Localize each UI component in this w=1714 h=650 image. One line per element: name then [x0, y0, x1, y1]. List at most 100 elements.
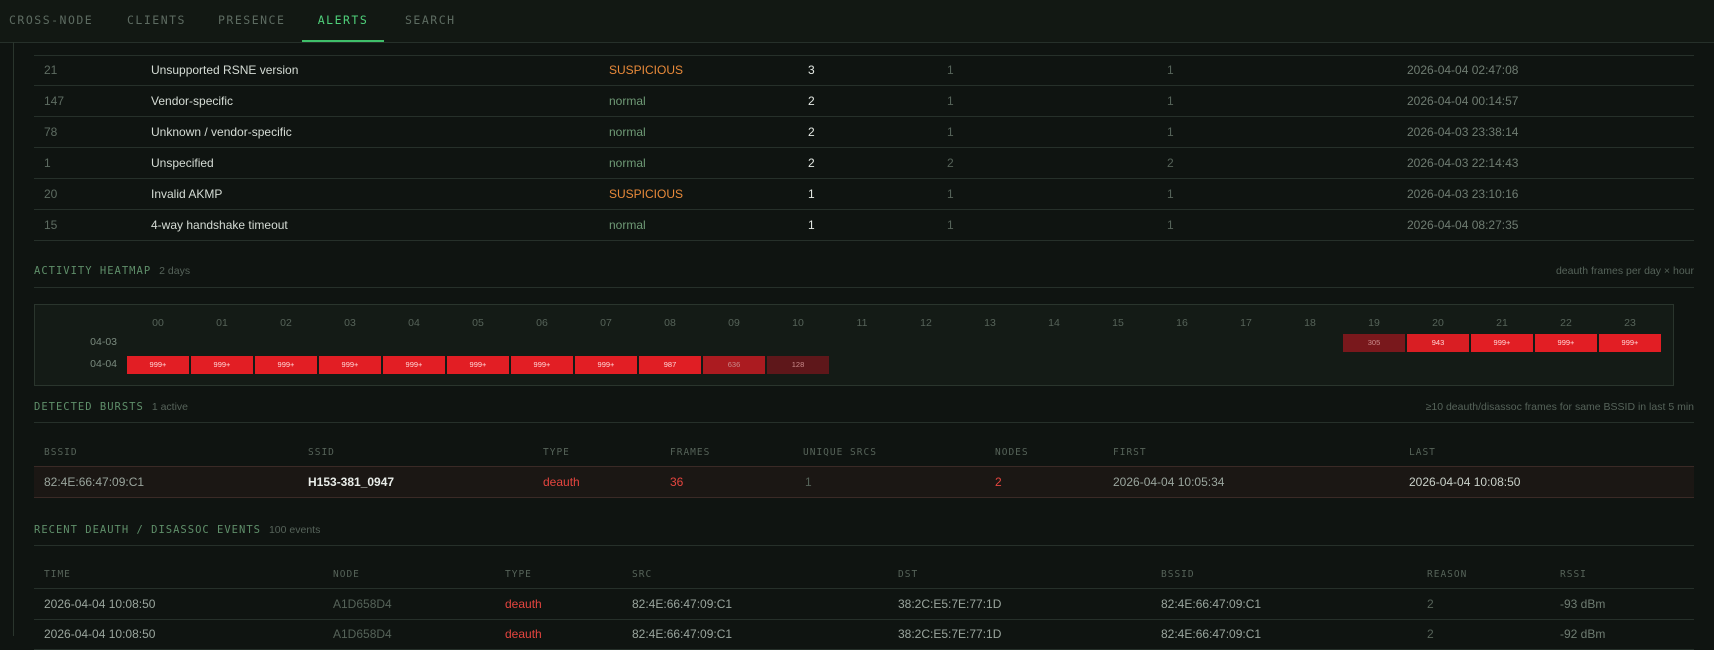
reason-count: 3 [808, 63, 815, 77]
reason-text: Unspecified [151, 156, 214, 170]
table-row: 78 Unknown / vendor-specific normal 2 1 … [34, 117, 1694, 148]
burst-ssid: H153-381_0947 [308, 475, 395, 489]
tab-presence[interactable]: PRESENCE [218, 0, 285, 42]
reason-bssids: 2 [1167, 156, 1174, 170]
col-header-type: TYPE [543, 447, 570, 458]
tab-clients[interactable]: CLIENTS [127, 0, 186, 42]
reason-class: normal [609, 218, 646, 232]
table-row[interactable]: 2026-04-04 10:08:50 A1D658D4 deauth 82:4… [34, 588, 1694, 620]
heatmap-hour-label: 08 [664, 317, 676, 329]
reason-last-seen: 2026-04-04 08:27:35 [1407, 218, 1519, 232]
col-header-node: NODE [333, 569, 360, 580]
reason-code: 78 [44, 125, 58, 139]
reason-text: 4-way handshake timeout [151, 218, 288, 232]
heatmap-cell[interactable]: 999+ [319, 356, 381, 374]
reason-code: 20 [44, 187, 58, 201]
heatmap-hour-label: 14 [1048, 317, 1060, 329]
reason-class: SUSPICIOUS [609, 187, 684, 201]
heatmap-note: deauth frames per day × hour [1555, 265, 1694, 277]
heatmap-cell[interactable]: 999+ [191, 356, 253, 374]
event-node: A1D658D4 [333, 627, 392, 641]
reason-code: 147 [44, 94, 65, 108]
section-divider [34, 422, 1694, 423]
col-header-type: TYPE [505, 569, 532, 580]
reason-bssids: 1 [1167, 187, 1174, 201]
heatmap-cell[interactable]: 999+ [383, 356, 445, 374]
heatmap-cell[interactable]: 999+ [255, 356, 317, 374]
heatmap-cell[interactable]: 999+ [447, 356, 509, 374]
event-reason: 2 [1427, 597, 1434, 611]
heatmap-hour-label: 19 [1368, 317, 1380, 329]
heatmap-subtitle: 2 days [159, 265, 191, 277]
reason-nodes: 1 [947, 187, 954, 201]
event-bssid: 82:4E:66:47:09:C1 [1161, 597, 1262, 611]
bursts-note: ≥10 deauth/disassoc frames for same BSSI… [1425, 401, 1694, 413]
heatmap-cell[interactable]: 943 [1407, 334, 1469, 352]
reason-class: normal [609, 94, 646, 108]
tab-cross-node[interactable]: CROSS-NODE [9, 0, 93, 42]
col-header-nodes: NODES [995, 447, 1029, 458]
heatmap-hour-label: 12 [920, 317, 932, 329]
table-row-partial [34, 42, 1694, 56]
section-divider [34, 545, 1694, 546]
heatmap-cell[interactable]: 999+ [1535, 334, 1597, 352]
bursts-subtitle: 1 active [151, 401, 189, 413]
table-row: 20 Invalid AKMP SUSPICIOUS 1 1 1 2026-04… [34, 179, 1694, 210]
heatmap-hour-label: 00 [152, 317, 164, 329]
heatmap-hour-label: 01 [216, 317, 228, 329]
heatmap-hour-label: 07 [600, 317, 612, 329]
col-header-bssid: BSSID [1161, 569, 1195, 580]
reason-code: 15 [44, 218, 58, 232]
event-node: A1D658D4 [333, 597, 392, 611]
table-row[interactable]: 2026-04-04 10:08:50 A1D658D4 deauth 82:4… [34, 619, 1694, 650]
events-title: RECENT DEAUTH / DISASSOC EVENTS [34, 524, 261, 536]
reason-nodes: 2 [947, 156, 954, 170]
event-dst: 38:2C:E5:7E:77:1D [898, 597, 1002, 611]
heatmap-cell[interactable]: 128 [767, 356, 829, 374]
heatmap-hour-label: 10 [792, 317, 804, 329]
event-type: deauth [505, 627, 542, 641]
table-row[interactable]: 82:4E:66:47:09:C1 H153-381_0947 deauth 3… [34, 466, 1694, 498]
heatmap-cell[interactable]: 636 [703, 356, 765, 374]
reason-text: Unsupported RSNE version [151, 63, 299, 77]
heatmap-day-label: 04-04 [90, 358, 117, 370]
heatmap-hour-label: 23 [1624, 317, 1636, 329]
col-header-time: TIME [44, 569, 71, 580]
reason-text: Unknown / vendor-specific [151, 125, 292, 139]
burst-unique-srcs: 1 [805, 475, 812, 489]
heatmap-title: ACTIVITY HEATMAP [34, 265, 152, 277]
heatmap-cell[interactable]: 987 [639, 356, 701, 374]
reason-last-seen: 2026-04-04 02:47:08 [1407, 63, 1519, 77]
heatmap-cell[interactable]: 999+ [575, 356, 637, 374]
heatmap-cell[interactable]: 305 [1343, 334, 1405, 352]
col-header-dst: DST [898, 569, 919, 580]
col-header-frames: FRAMES [670, 447, 711, 458]
reason-count: 2 [808, 156, 815, 170]
table-row: 15 4-way handshake timeout normal 1 1 1 … [34, 210, 1694, 241]
reason-code: 21 [44, 63, 58, 77]
col-header-src: SRC [632, 569, 653, 580]
heatmap-hour-label: 11 [856, 317, 868, 329]
reason-count: 2 [808, 94, 815, 108]
heatmap-cell[interactable]: 999+ [127, 356, 189, 374]
reason-bssids: 1 [1167, 63, 1174, 77]
burst-frames: 36 [670, 475, 684, 489]
tab-alerts[interactable]: ALERTS [302, 0, 384, 42]
heatmap-hour-label: 02 [280, 317, 292, 329]
heatmap-cell[interactable]: 999+ [1599, 334, 1661, 352]
table-row: 147 Vendor-specific normal 2 1 1 2026-04… [34, 86, 1694, 117]
heatmap-cell[interactable]: 999+ [511, 356, 573, 374]
reason-class: normal [609, 156, 646, 170]
heatmap-section-title: ACTIVITY HEATMAP 2 days [34, 265, 190, 277]
heatmap-hour-label: 13 [984, 317, 996, 329]
heatmap-hour-label: 16 [1176, 317, 1188, 329]
reason-code: 1 [44, 156, 51, 170]
reason-count: 1 [808, 187, 815, 201]
col-header-rssi: RSSI [1560, 569, 1587, 580]
table-row: 21 Unsupported RSNE version SUSPICIOUS 3… [34, 55, 1694, 86]
burst-type: deauth [543, 475, 580, 489]
tab-search[interactable]: SEARCH [405, 0, 456, 42]
heatmap-hour-label: 18 [1304, 317, 1316, 329]
heatmap-day-label: 04-03 [90, 336, 117, 348]
heatmap-cell[interactable]: 999+ [1471, 334, 1533, 352]
